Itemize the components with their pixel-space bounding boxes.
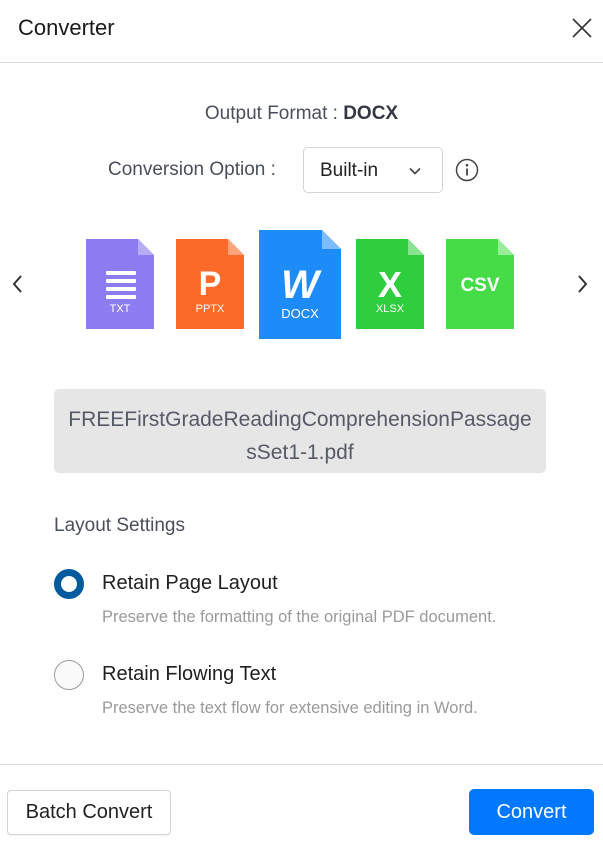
file-name-box: FREEFirstGradeReadingComprehensionPassag… (54, 389, 546, 473)
option-label-retain-flowing-text[interactable]: Retain Flowing Text (102, 663, 276, 686)
layout-settings-title: Layout Settings (54, 515, 185, 536)
output-format-label: Output Format : (204, 103, 338, 124)
batch-convert-button[interactable]: Batch Convert (7, 790, 171, 835)
xlsx-glyph: X (378, 264, 402, 305)
format-icon-docx[interactable]: W DOCX (259, 230, 341, 339)
format-icon-pptx[interactable]: P PPTX (176, 239, 244, 329)
close-icon[interactable] (568, 14, 596, 42)
dialog-title: Converter (18, 15, 115, 40)
format-icon-txt[interactable]: TXT (86, 239, 154, 329)
format-icon-xlsx[interactable]: X XLSX (356, 239, 424, 329)
option-desc-retain-page-layout: Preserve the formatting of the original … (102, 608, 497, 626)
radio-retain-page-layout[interactable] (54, 569, 84, 599)
radio-retain-flowing-text[interactable] (54, 660, 84, 690)
docx-glyph: W (281, 263, 322, 307)
output-format-row: Output Format : DOCX (0, 103, 603, 125)
format-label-txt: TXT (110, 303, 131, 315)
info-icon[interactable] (455, 158, 479, 182)
next-arrow-icon[interactable] (574, 272, 590, 296)
option-label-retain-page-layout[interactable]: Retain Page Layout (102, 572, 278, 595)
conversion-option-select[interactable]: Built-in (303, 147, 443, 193)
conversion-option-value: Built-in (320, 160, 379, 181)
output-format-value: DOCX (343, 103, 399, 124)
dialog-header: Converter (0, 0, 603, 63)
conversion-option-label: Conversion Option : (108, 159, 276, 180)
chevron-down-icon (409, 167, 421, 175)
convert-button[interactable]: Convert (469, 789, 594, 835)
format-label-pptx: PPTX (196, 303, 225, 315)
format-label-csv: CSV (460, 275, 499, 296)
format-label-docx: DOCX (281, 306, 319, 321)
option-desc-retain-flowing-text: Preserve the text flow for extensive edi… (102, 699, 478, 717)
pptx-glyph: P (199, 265, 222, 303)
format-icon-csv[interactable]: CSV (446, 239, 514, 329)
prev-arrow-icon[interactable] (10, 272, 26, 296)
format-label-xlsx: XLSX (376, 303, 405, 315)
